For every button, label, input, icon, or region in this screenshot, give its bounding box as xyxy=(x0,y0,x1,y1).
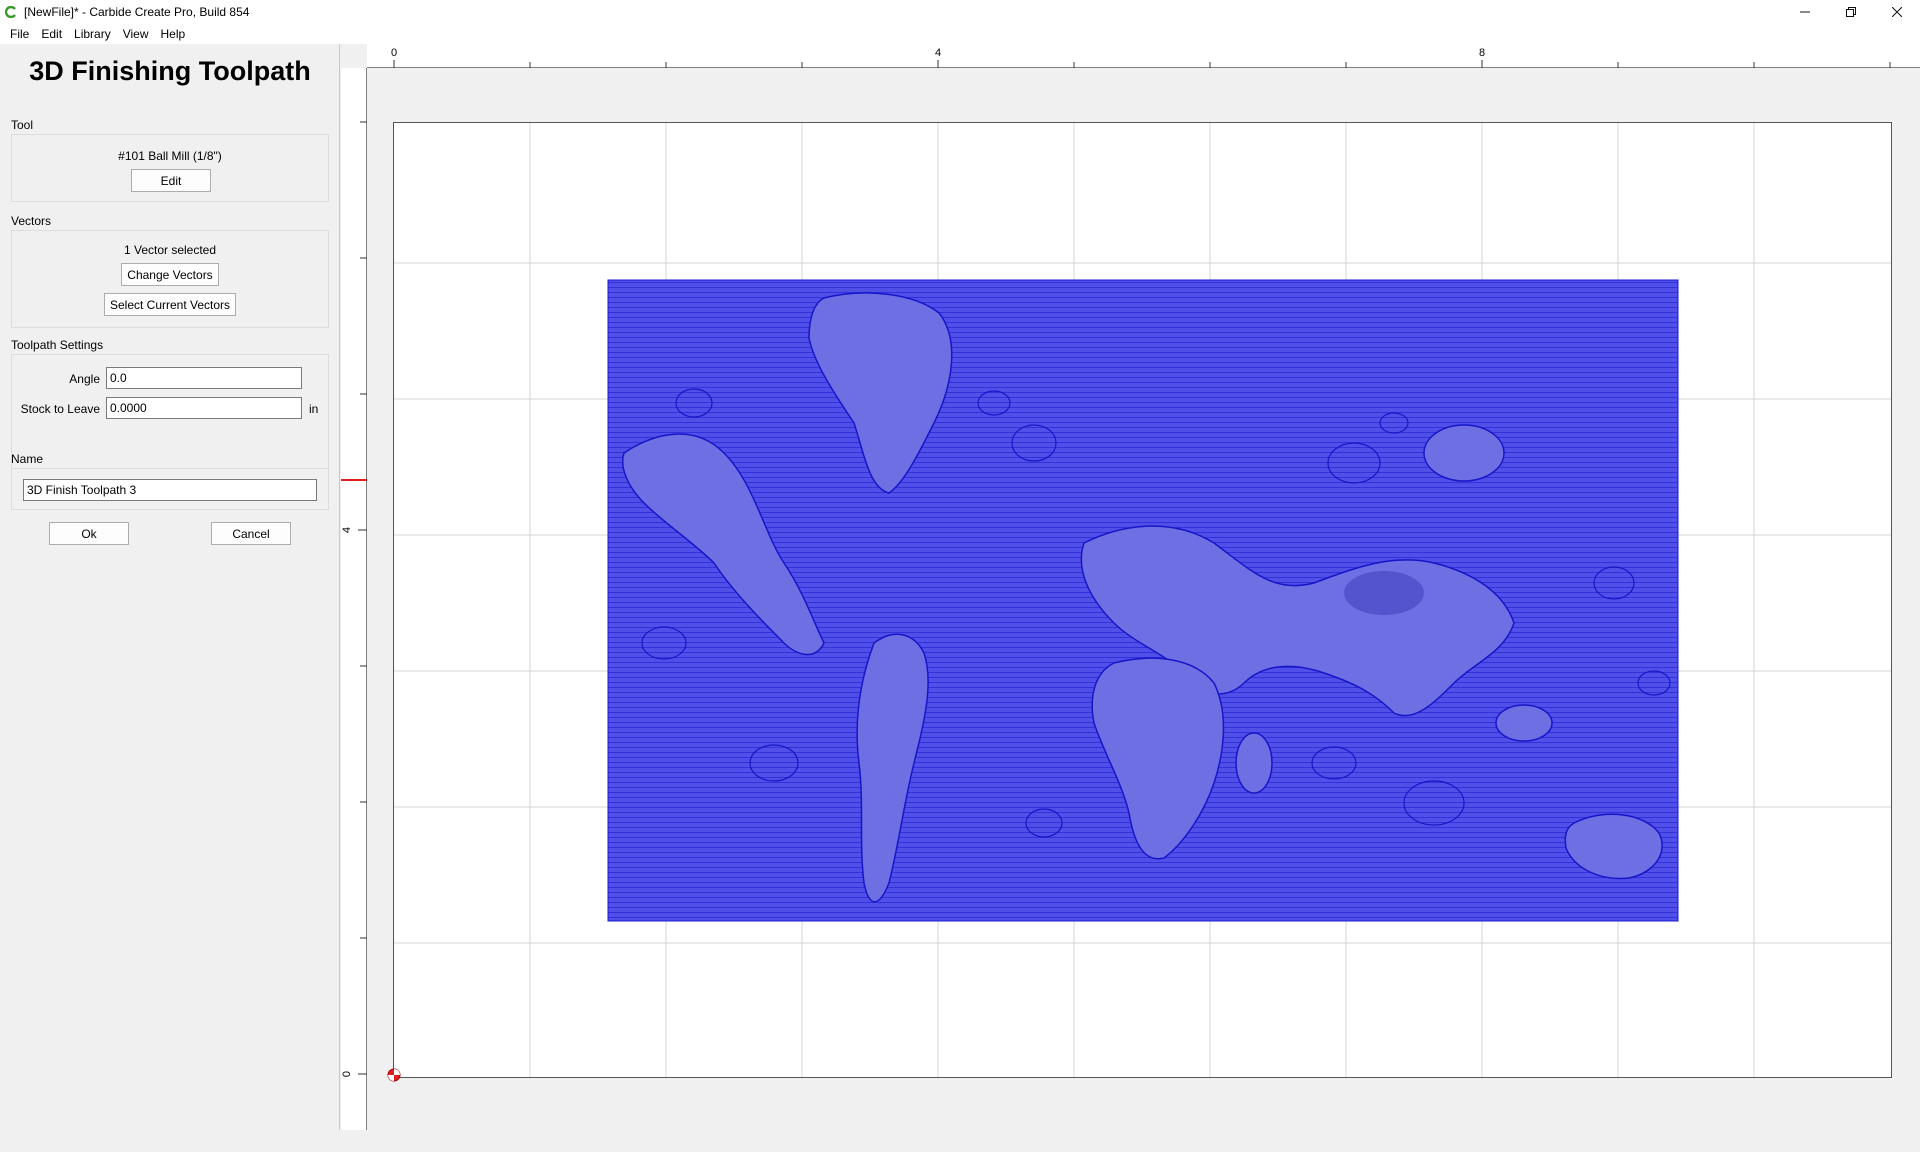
grid-and-toolpath xyxy=(394,123,1891,1077)
angle-label: Angle xyxy=(69,372,100,386)
vector-selection-status: 1 Vector selected xyxy=(123,243,217,257)
carbide-create-logo-icon xyxy=(0,0,22,24)
stock-unit-label: in xyxy=(309,402,319,416)
close-button[interactable] xyxy=(1874,0,1920,24)
vectors-group: 1 Vector selected Change Vectors Select … xyxy=(11,230,329,328)
minimize-button[interactable] xyxy=(1782,0,1828,24)
tool-name: #101 Ball Mill (1/8") xyxy=(118,149,222,163)
menu-library[interactable]: Library xyxy=(68,24,117,44)
toolpath-settings-group: Angle 0.0 Stock to Leave 0.0000 in xyxy=(11,354,329,486)
tool-group: #101 Ball Mill (1/8") Edit xyxy=(11,134,329,202)
stock-to-leave-input[interactable]: 0.0000 xyxy=(106,397,302,419)
name-section-label: Name xyxy=(11,452,44,466)
toolpath-panel: 3D Finishing Toolpath Tool #101 Ball Mil… xyxy=(0,44,340,1130)
title-bar: [NewFile]* - Carbide Create Pro, Build 8… xyxy=(0,0,1920,24)
vertical-ruler-ticks xyxy=(341,121,367,1075)
edit-tool-button[interactable]: Edit xyxy=(131,169,211,192)
panel-title: 3D Finishing Toolpath xyxy=(29,56,311,86)
ruler-v-label-0: 0 xyxy=(341,1070,354,1078)
change-vectors-button[interactable]: Change Vectors xyxy=(121,263,219,286)
menu-edit[interactable]: Edit xyxy=(35,24,68,44)
vertical-ruler: 4 0 xyxy=(341,68,367,1130)
select-current-vectors-button[interactable]: Select Current Vectors xyxy=(104,293,236,316)
menu-file[interactable]: File xyxy=(4,24,35,44)
toolpath-name-input[interactable]: 3D Finish Toolpath 3 xyxy=(23,479,317,501)
menu-view[interactable]: View xyxy=(117,24,155,44)
vectors-section-label: Vectors xyxy=(11,214,52,228)
ruler-h-label-4: 4 xyxy=(935,47,942,59)
origin-marker-icon xyxy=(387,1068,401,1082)
name-group: 3D Finish Toolpath 3 xyxy=(11,468,329,510)
window-title: [NewFile]* - Carbide Create Pro, Build 8… xyxy=(24,5,250,19)
ruler-h-label-8: 8 xyxy=(1479,47,1486,59)
stock-area[interactable] xyxy=(393,122,1892,1078)
restore-button[interactable] xyxy=(1828,0,1874,24)
ruler-h-label-0: 0 xyxy=(391,47,398,59)
tool-section-label: Tool xyxy=(11,118,34,132)
angle-input[interactable]: 0.0 xyxy=(106,367,302,389)
minimize-icon xyxy=(1800,11,1810,13)
ok-button[interactable]: Ok xyxy=(49,522,129,545)
stock-to-leave-label: Stock to Leave xyxy=(20,402,100,416)
horizontal-ruler: 0 4 8 xyxy=(367,44,1920,68)
menu-bar: File Edit Library View Help xyxy=(0,24,1920,44)
menu-help[interactable]: Help xyxy=(155,24,192,44)
horizontal-ruler-ticks xyxy=(393,60,1891,68)
ruler-v-label-4: 4 xyxy=(341,526,354,534)
close-icon xyxy=(1892,7,1902,17)
cancel-button[interactable]: Cancel xyxy=(211,522,291,545)
ruler-corner xyxy=(341,44,367,68)
restore-icon xyxy=(1846,7,1856,17)
window-controls xyxy=(1782,0,1920,24)
status-strip xyxy=(0,1130,1920,1152)
toolpath-settings-label: Toolpath Settings xyxy=(11,338,104,352)
toolpath-preview xyxy=(607,279,1679,922)
